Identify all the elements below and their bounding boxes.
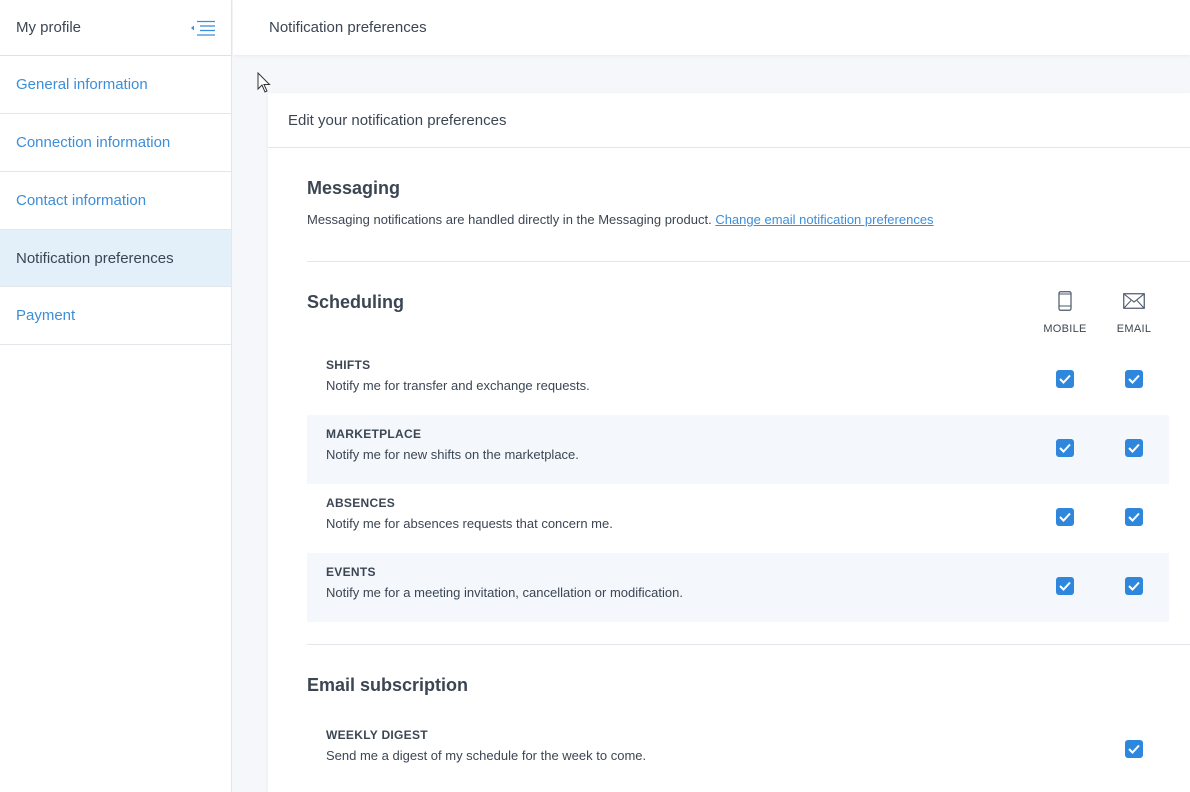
mouse-cursor-icon [257,72,271,93]
weekly-digest-email-checkbox[interactable] [1125,740,1143,758]
email-subscription-title: Email subscription [307,675,469,695]
pref-row-weekly-digest: WEEKLY DIGEST Send me a digest of my sch… [307,716,1190,776]
sidebar-item-connection-information[interactable]: Connection information [0,114,231,172]
absences-mobile-checkbox[interactable] [1056,508,1074,526]
mobile-phone-icon [1035,290,1095,312]
marketplace-email-checkbox[interactable] [1125,439,1143,457]
messaging-text: Messaging notifications are handled dire… [307,212,1190,227]
pref-desc: Notify me for transfer and exchange requ… [326,378,590,393]
pref-row-absences: ABSENCES Notify me for absences requests… [307,484,1169,553]
sidebar-item-general-information[interactable]: General information [0,56,231,114]
scheduling-header: Scheduling MOBILE EMAIL [307,276,1190,346]
card-content: Messaging Messaging notifications are ha… [268,148,1190,776]
page-title: Notification preferences [233,0,1190,55]
events-email-checkbox[interactable] [1125,577,1143,595]
mobile-column-header: MOBILE [1035,290,1095,335]
card-header: Edit your notification preferences [268,93,1190,148]
sidebar-header: My profile [0,0,231,56]
scheduling-section: Scheduling MOBILE EMAIL SHIFTS Notify me… [307,262,1190,645]
messaging-description: Messaging notifications are handled dire… [307,212,712,227]
absences-email-checkbox[interactable] [1125,508,1143,526]
sidebar-item-payment[interactable]: Payment [0,287,231,345]
pref-desc: Notify me for new shifts on the marketpl… [326,447,579,462]
pref-name: ABSENCES [326,496,396,510]
events-mobile-checkbox[interactable] [1056,577,1074,595]
sidebar-item-contact-information[interactable]: Contact information [0,172,231,230]
pref-desc: Notify me for absences requests that con… [326,516,613,531]
pref-row-marketplace: MARKETPLACE Notify me for new shifts on … [307,415,1169,484]
envelope-icon [1104,290,1164,312]
scheduling-title: Scheduling [307,292,405,312]
collapse-menu-icon[interactable] [189,18,217,38]
pref-desc: Send me a digest of my schedule for the … [326,748,647,763]
marketplace-mobile-checkbox[interactable] [1056,439,1074,457]
pref-name: WEEKLY DIGEST [326,728,428,742]
preferences-card: Edit your notification preferences Messa… [268,93,1190,792]
messaging-section: Messaging Messaging notifications are ha… [307,148,1190,262]
sidebar-title: My profile [16,19,82,36]
pref-row-events: EVENTS Notify me for a meeting invitatio… [307,553,1169,622]
email-column-header: EMAIL [1104,290,1164,335]
messaging-title: Messaging [307,178,401,198]
email-column-label: EMAIL [1116,323,1152,335]
shifts-mobile-checkbox[interactable] [1056,370,1074,388]
pref-name: EVENTS [326,565,376,579]
sidebar: My profile General information Connectio… [0,0,232,792]
shifts-email-checkbox[interactable] [1125,370,1143,388]
sidebar-item-notification-preferences[interactable]: Notification preferences [0,230,231,287]
sidebar-nav: General information Connection informati… [0,56,231,345]
pref-row-shifts: SHIFTS Notify me for transfer and exchan… [307,346,1169,415]
pref-name: SHIFTS [326,358,371,372]
mobile-column-label: MOBILE [1043,323,1087,335]
change-email-preferences-link[interactable]: Change email notification preferences [715,212,933,227]
pref-name: MARKETPLACE [326,427,422,441]
email-subscription-section: Email subscription WEEKLY DIGEST Send me… [307,645,1190,776]
pref-desc: Notify me for a meeting invitation, canc… [326,585,683,600]
